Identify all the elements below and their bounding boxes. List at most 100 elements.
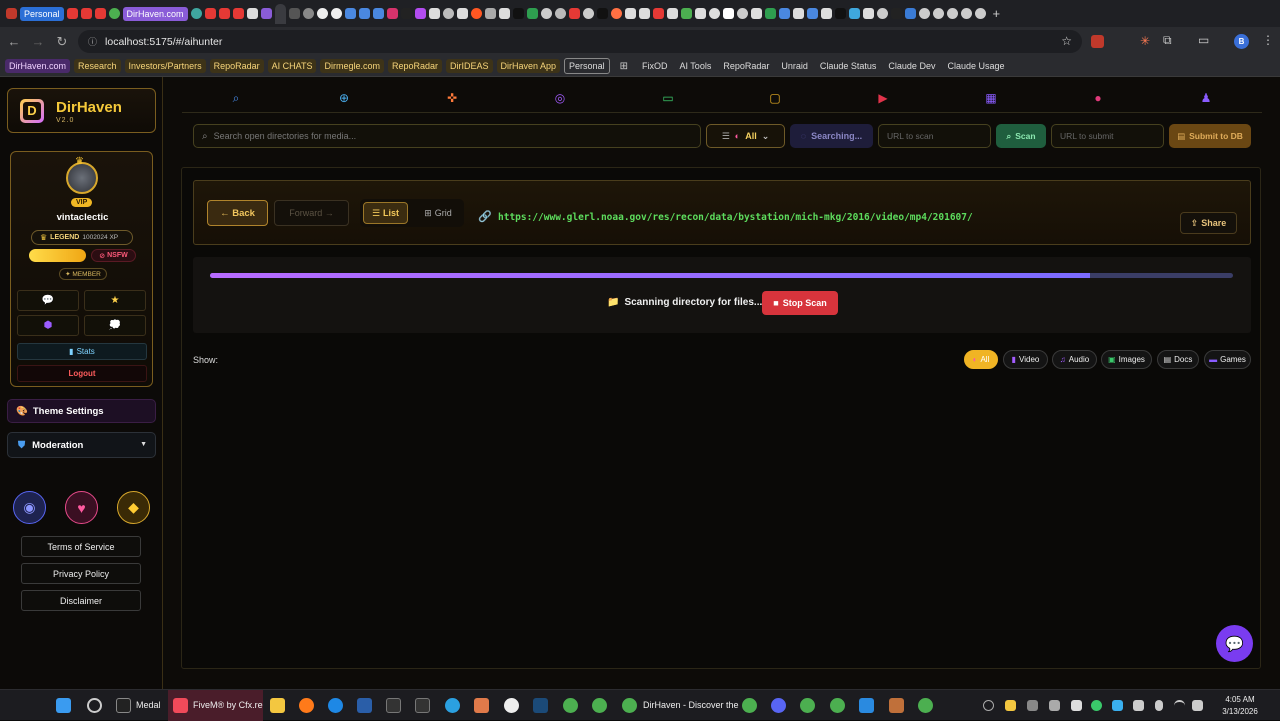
tab-icon[interactable] <box>680 8 692 19</box>
tab-icon[interactable] <box>848 8 860 19</box>
theme-settings-button[interactable]: 🎨 Theme Settings <box>7 399 156 423</box>
bookmark-star-icon[interactable]: ☆ <box>1061 34 1072 48</box>
x-icon[interactable] <box>512 8 524 19</box>
taskbar-app-label[interactable]: FiveM® by Cfx.re <box>193 700 263 710</box>
filter-chip-all[interactable]: ◐ All <box>964 350 998 369</box>
target-icon[interactable]: ◎ <box>552 90 568 106</box>
file-explorer-icon[interactable] <box>270 698 285 713</box>
address-text[interactable]: localhost:5175/#/aihunter <box>105 36 222 48</box>
chrome-icon[interactable] <box>800 698 815 713</box>
vip-toggle[interactable] <box>29 249 86 262</box>
active-tab[interactable] <box>274 3 286 24</box>
app-logo[interactable]: DirHaven V2.0 <box>7 88 156 133</box>
youtube-icon[interactable] <box>66 8 78 19</box>
tab-icon[interactable] <box>792 8 804 19</box>
bookmark-item[interactable]: Research <box>74 59 121 73</box>
tab-icon[interactable] <box>246 8 258 19</box>
bookmark-item[interactable]: Investors/Partners <box>124 59 206 73</box>
tab-icon[interactable] <box>260 8 272 19</box>
address-bar[interactable]: ⓘ localhost:5175/#/aihunter ☆ <box>78 30 1082 53</box>
tray-icon[interactable] <box>1027 700 1038 711</box>
share-button[interactable]: ⇪ Share <box>1180 212 1237 234</box>
stats-button[interactable]: ▮ Stats <box>17 343 147 360</box>
messages-button[interactable]: 💭 <box>84 315 146 336</box>
tab-icon[interactable] <box>190 8 202 19</box>
youtube-icon[interactable] <box>204 8 216 19</box>
record-icon[interactable]: ● <box>1090 90 1106 106</box>
tab-icon[interactable] <box>624 8 636 19</box>
tab-group-personal[interactable]: Personal <box>20 6 64 21</box>
logout-button[interactable]: Logout <box>17 365 147 382</box>
tab-icon[interactable] <box>610 8 622 19</box>
medal-icon[interactable] <box>116 698 131 713</box>
premium-button[interactable]: ◆ <box>117 491 150 524</box>
task-view-icon[interactable] <box>87 698 102 713</box>
tab-icon[interactable] <box>778 8 790 19</box>
globe-icon[interactable]: ⊕ <box>336 90 352 106</box>
back-button[interactable]: ← Back <box>207 200 268 226</box>
claude-icon[interactable] <box>474 698 489 713</box>
github-icon[interactable] <box>330 8 342 19</box>
tab-icon[interactable] <box>666 8 678 19</box>
bookmark-item[interactable]: RepoRadar <box>209 59 264 73</box>
apps-grid-icon[interactable]: ⊞ <box>620 61 628 72</box>
tab-icon[interactable] <box>862 8 874 19</box>
bookmark-item[interactable]: Unraid <box>777 59 812 73</box>
tray-icon[interactable] <box>1133 700 1144 711</box>
extension-icon[interactable] <box>1091 35 1104 48</box>
forward-button[interactable]: Forward → <box>274 200 349 226</box>
tab-icon[interactable] <box>568 8 580 19</box>
tab-icon[interactable] <box>890 8 902 19</box>
tab-icon[interactable] <box>960 8 972 19</box>
microphone-icon[interactable] <box>1155 700 1163 711</box>
collection-button[interactable]: ⬢ <box>17 315 79 336</box>
volume-icon[interactable] <box>1192 700 1203 711</box>
vscode-icon[interactable] <box>859 698 874 713</box>
github-icon[interactable] <box>316 8 328 19</box>
youtube-icon[interactable] <box>232 8 244 19</box>
donate-button[interactable]: ♥ <box>65 491 98 524</box>
tab-icon[interactable] <box>974 8 986 19</box>
forward-arrow-icon[interactable]: → <box>26 34 50 49</box>
bookmark-item[interactable]: DirHaven.com <box>5 59 71 73</box>
tab-icon[interactable] <box>918 8 930 19</box>
firefox-icon[interactable] <box>299 698 314 713</box>
chrome-icon[interactable] <box>742 698 757 713</box>
tab-icon[interactable] <box>946 8 958 19</box>
clock-date[interactable]: 3/13/2026 <box>1210 707 1270 716</box>
instagram-icon[interactable] <box>386 8 398 19</box>
new-tab-icon[interactable]: + <box>993 6 1001 21</box>
filter-chip-images[interactable]: ▣ Images <box>1101 350 1152 369</box>
discord-icon[interactable] <box>771 698 786 713</box>
tab-icon[interactable] <box>554 8 566 19</box>
taskbar-app-label[interactable]: DirHaven - Discover the <box>643 700 739 710</box>
windows-start-icon[interactable] <box>56 698 71 713</box>
tray-icon[interactable] <box>1071 700 1082 711</box>
filter-chip-games[interactable]: ▬ Games <box>1204 350 1251 369</box>
crosshair-icon[interactable]: ✜ <box>444 90 460 106</box>
tv-icon[interactable]: ▢ <box>767 90 783 106</box>
reload-icon[interactable]: ↻ <box>50 34 74 50</box>
app-icon[interactable] <box>504 698 519 713</box>
extension-icon[interactable]: ✳ <box>1140 34 1150 48</box>
filter-chip-docs[interactable]: ▤ Docs <box>1157 350 1199 369</box>
extensions-puzzle-icon[interactable]: ⧉ <box>1163 33 1172 48</box>
tab-icon[interactable] <box>526 8 538 19</box>
tab-icon[interactable] <box>876 8 888 19</box>
tab-icon[interactable] <box>932 8 944 19</box>
bookmark-item[interactable]: RepoRadar <box>387 59 442 73</box>
tab-icon[interactable] <box>750 8 762 19</box>
bookmark-item[interactable]: Claude Usage <box>943 59 1008 73</box>
user-icon[interactable]: ♟ <box>1198 90 1214 106</box>
filter-chip-video[interactable]: ▮ Video <box>1003 350 1048 369</box>
bookmark-item[interactable]: Dirmegle.com <box>320 59 384 73</box>
bookmark-item[interactable]: DirIDEAS <box>446 59 493 73</box>
browser-menu-icon[interactable]: ⋮ <box>1262 33 1274 47</box>
reddit-icon[interactable] <box>470 8 482 19</box>
tab-group-dirhaven[interactable]: DirHaven.com <box>122 6 188 21</box>
site-info-icon[interactable]: ⓘ <box>88 35 97 48</box>
chrome-icon[interactable] <box>108 8 120 19</box>
chat-button[interactable]: 💬 <box>17 290 79 311</box>
clock-time[interactable]: 4:05 AM <box>1210 695 1270 704</box>
grid-icon[interactable]: ▦ <box>983 90 999 106</box>
